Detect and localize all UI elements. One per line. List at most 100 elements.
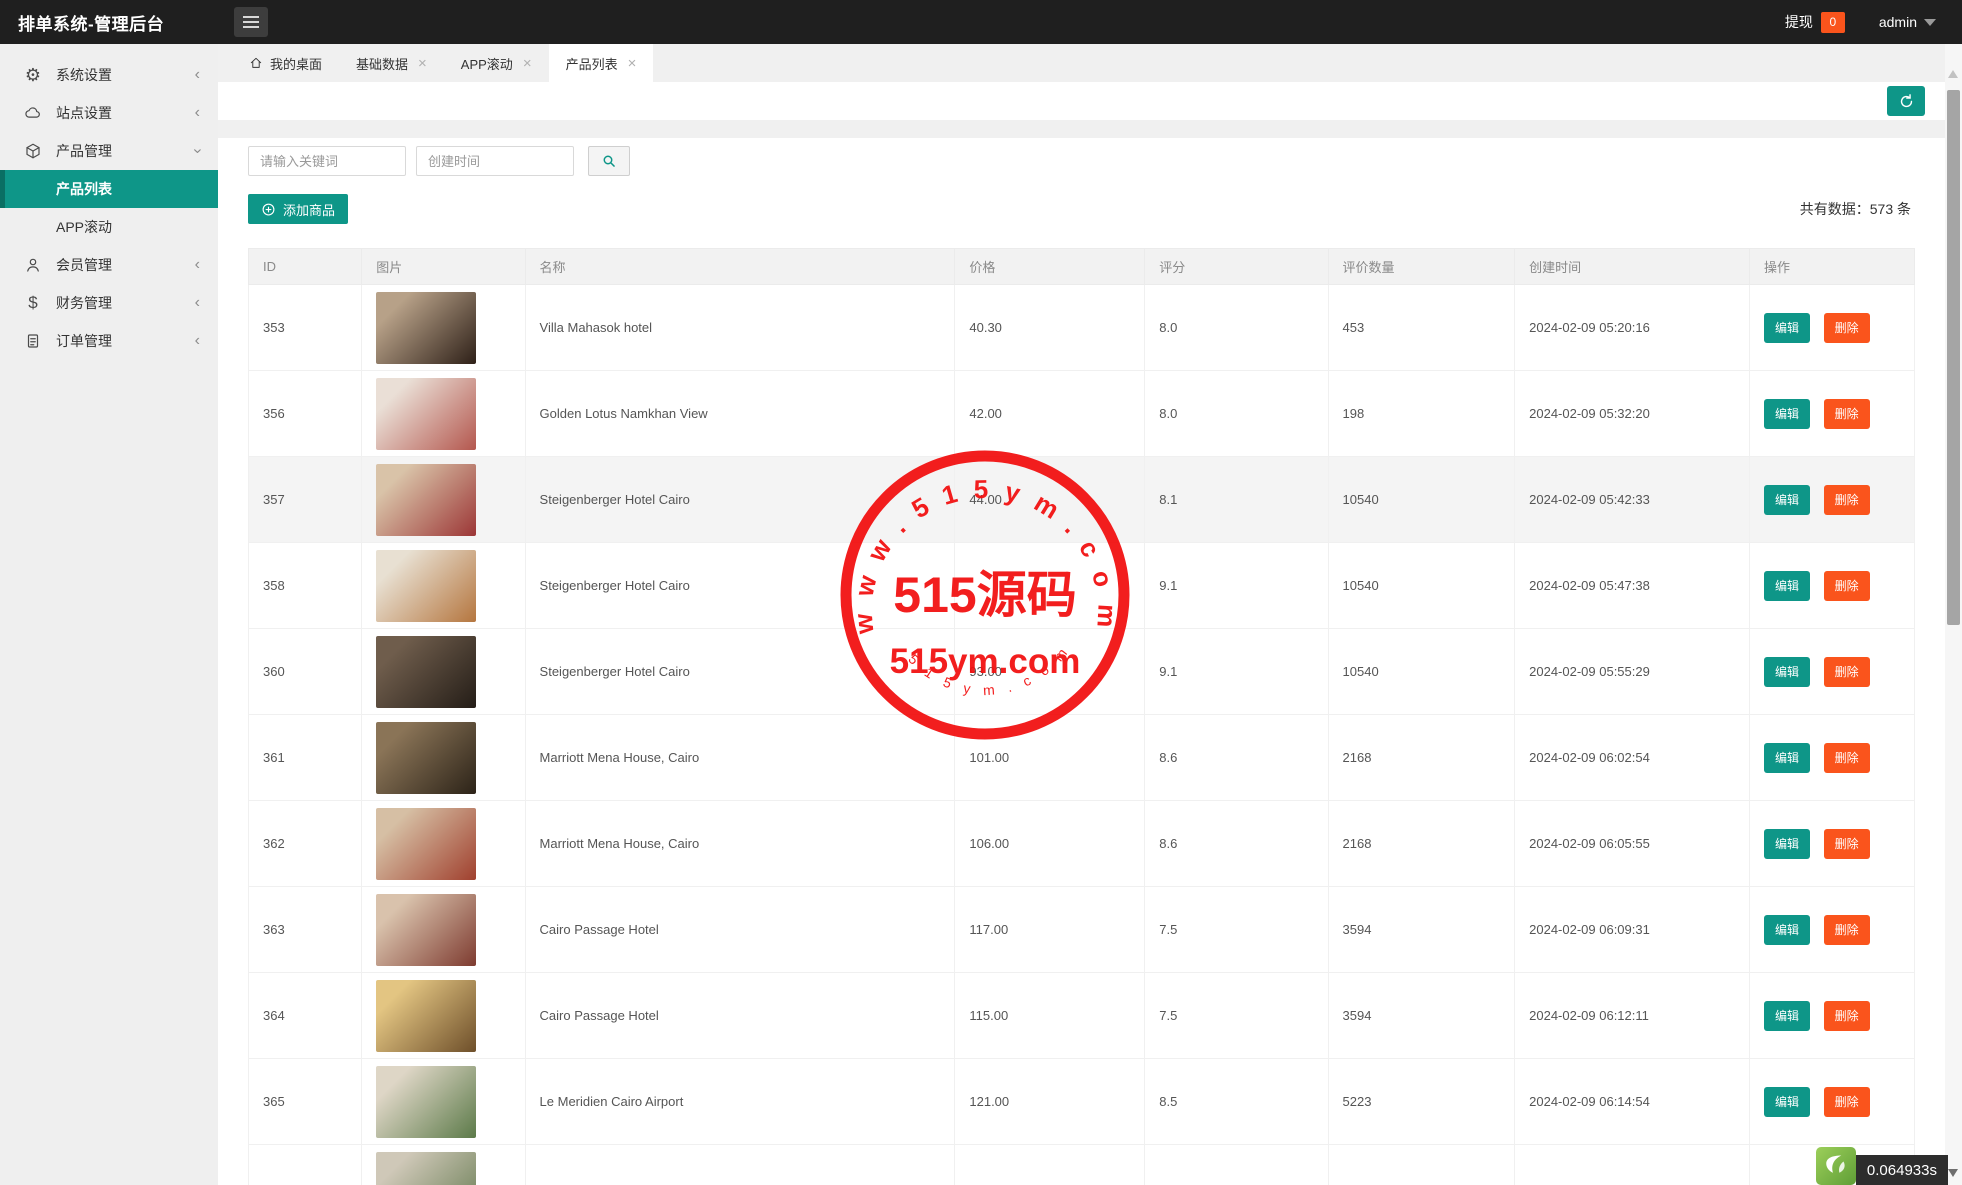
- edit-button[interactable]: 编辑: [1764, 829, 1810, 859]
- flame-logo-icon[interactable]: [1816, 1147, 1856, 1185]
- user-menu[interactable]: admin: [1879, 14, 1936, 30]
- cell-name: Steigenberger Hotel Cairo: [525, 543, 955, 629]
- search-icon: [601, 153, 617, 169]
- cell-reviews: [1328, 1145, 1515, 1185]
- delete-button[interactable]: 删除: [1824, 485, 1870, 515]
- delete-button[interactable]: 删除: [1824, 1001, 1870, 1031]
- scroll-down-arrow-icon[interactable]: [1948, 1169, 1958, 1177]
- edit-button[interactable]: 编辑: [1764, 915, 1810, 945]
- delete-button[interactable]: 删除: [1824, 743, 1870, 773]
- product-thumbnail: [376, 808, 476, 880]
- tab-product-list[interactable]: 产品列表 ×: [549, 44, 654, 82]
- username: admin: [1879, 14, 1917, 30]
- content-toolbar: [218, 82, 1945, 120]
- content-panel: 添加商品 共有数据：573 条 ID图片名称价格评分评价数量创建时间操作 353…: [218, 138, 1945, 1185]
- tab-app-scroll[interactable]: APP滚动 ×: [444, 44, 549, 82]
- delete-button[interactable]: 删除: [1824, 313, 1870, 343]
- delete-button[interactable]: 删除: [1824, 571, 1870, 601]
- order-list-icon: [22, 331, 44, 351]
- tab-my-desktop[interactable]: 我的桌面: [232, 44, 339, 82]
- column-header: 图片: [362, 249, 525, 285]
- cell-created-time: 2024-02-09 06:05:55: [1515, 801, 1750, 887]
- delete-button[interactable]: 删除: [1824, 399, 1870, 429]
- column-header: 评价数量: [1328, 249, 1515, 285]
- table-row: 358 Steigenberger Hotel Cairo 9.1 10540 …: [249, 543, 1915, 629]
- cell-rating: 8.5: [1145, 1059, 1328, 1145]
- product-thumbnail: [376, 894, 476, 966]
- sidebar: ⚙ 系统设置 ‹ 站点设置 ‹ 产品管理 ‹ 产品列表APP滚动 会员管理 ‹ …: [0, 44, 218, 1185]
- refresh-button[interactable]: [1887, 86, 1925, 116]
- keyword-input[interactable]: [248, 146, 406, 176]
- sidebar-item-label: 财务管理: [56, 293, 112, 313]
- cell-reviews: 2168: [1328, 801, 1515, 887]
- cell-name: Le Meridien Cairo Airport: [525, 1059, 955, 1145]
- sidebar-nav: ⚙ 系统设置 ‹ 站点设置 ‹ 产品管理 ‹ 产品列表APP滚动 会员管理 ‹ …: [0, 56, 218, 360]
- product-thumbnail: [376, 464, 476, 536]
- cell-name: Steigenberger Hotel Cairo: [525, 457, 955, 543]
- cell-id: 357: [249, 457, 362, 543]
- cell-reviews: 10540: [1328, 629, 1515, 715]
- edit-button[interactable]: 编辑: [1764, 657, 1810, 687]
- table-row: 365 Le Meridien Cairo Airport 121.00 8.5…: [249, 1059, 1915, 1145]
- edit-button[interactable]: 编辑: [1764, 1087, 1810, 1117]
- withdraw-menu[interactable]: 提现 0: [1785, 12, 1845, 33]
- close-icon[interactable]: ×: [523, 55, 532, 72]
- cell-created-time: 2024-02-09 06:14:54: [1515, 1059, 1750, 1145]
- edit-button[interactable]: 编辑: [1764, 313, 1810, 343]
- delete-button[interactable]: 删除: [1824, 829, 1870, 859]
- scroll-up-arrow-icon[interactable]: [1948, 70, 1958, 78]
- cell-name: Cairo Passage Hotel: [525, 973, 955, 1059]
- close-icon[interactable]: ×: [628, 55, 637, 72]
- tab-base-data[interactable]: 基础数据 ×: [339, 44, 444, 82]
- cell-rating: 8.0: [1145, 371, 1328, 457]
- column-header: 操作: [1750, 249, 1915, 285]
- search-button[interactable]: [588, 146, 630, 176]
- edit-button[interactable]: 编辑: [1764, 399, 1810, 429]
- table-row: 357 Steigenberger Hotel Cairo 44.00 8.1 …: [249, 457, 1915, 543]
- edit-button[interactable]: 编辑: [1764, 485, 1810, 515]
- cell-price: 40.30: [955, 285, 1145, 371]
- cell-created-time: 2024-02-09 05:20:16: [1515, 285, 1750, 371]
- table-row: 362 Marriott Mena House, Cairo 106.00 8.…: [249, 801, 1915, 887]
- cell-price: 121.00: [955, 1059, 1145, 1145]
- sidebar-item-system-settings[interactable]: ⚙ 系统设置 ‹: [0, 56, 218, 94]
- product-table: ID图片名称价格评分评价数量创建时间操作 353 Villa Mahasok h…: [248, 248, 1915, 1185]
- sidebar-item-finance-mgmt[interactable]: $ 财务管理 ‹: [0, 284, 218, 322]
- edit-button[interactable]: 编辑: [1764, 571, 1810, 601]
- cell-id: [249, 1145, 362, 1185]
- sidebar-item-app-scroll[interactable]: APP滚动: [0, 208, 218, 246]
- delete-button[interactable]: 删除: [1824, 1087, 1870, 1117]
- cell-id: 361: [249, 715, 362, 801]
- close-icon[interactable]: ×: [418, 55, 427, 72]
- product-table-wrap: ID图片名称价格评分评价数量创建时间操作 353 Villa Mahasok h…: [248, 248, 1915, 1185]
- sidebar-item-site-settings[interactable]: 站点设置 ‹: [0, 94, 218, 132]
- tab-label: 我的桌面: [270, 54, 322, 73]
- add-product-button[interactable]: 添加商品: [248, 194, 348, 224]
- sidebar-item-product-list[interactable]: 产品列表: [0, 170, 218, 208]
- cell-id: 356: [249, 371, 362, 457]
- hamburger-menu-icon[interactable]: [234, 7, 268, 37]
- cell-id: 360: [249, 629, 362, 715]
- delete-button[interactable]: 删除: [1824, 657, 1870, 687]
- cell-name: Steigenberger Hotel Cairo: [525, 629, 955, 715]
- withdraw-count-badge: 0: [1821, 12, 1845, 33]
- edit-button[interactable]: 编辑: [1764, 1001, 1810, 1031]
- gap-strip: [218, 120, 1945, 138]
- column-header: ID: [249, 249, 362, 285]
- sidebar-item-label: 订单管理: [56, 331, 112, 351]
- product-thumbnail: [376, 636, 476, 708]
- cell-name: Marriott Mena House, Cairo: [525, 801, 955, 887]
- sidebar-item-member-mgmt[interactable]: 会员管理 ‹: [0, 246, 218, 284]
- cell-price: 44.00: [955, 457, 1145, 543]
- user-icon: [22, 255, 44, 275]
- edit-button[interactable]: 编辑: [1764, 743, 1810, 773]
- delete-button[interactable]: 删除: [1824, 915, 1870, 945]
- create-time-input[interactable]: [416, 146, 574, 176]
- cell-rating: 9.1: [1145, 543, 1328, 629]
- scrollbar-thumb[interactable]: [1947, 90, 1960, 625]
- sidebar-item-order-mgmt[interactable]: 订单管理 ‹: [0, 322, 218, 360]
- sidebar-item-product-mgmt[interactable]: 产品管理 ‹: [0, 132, 218, 170]
- chevron-left-icon: ‹: [195, 333, 200, 349]
- search-row: [248, 146, 1915, 176]
- cell-price: 115.00: [955, 973, 1145, 1059]
